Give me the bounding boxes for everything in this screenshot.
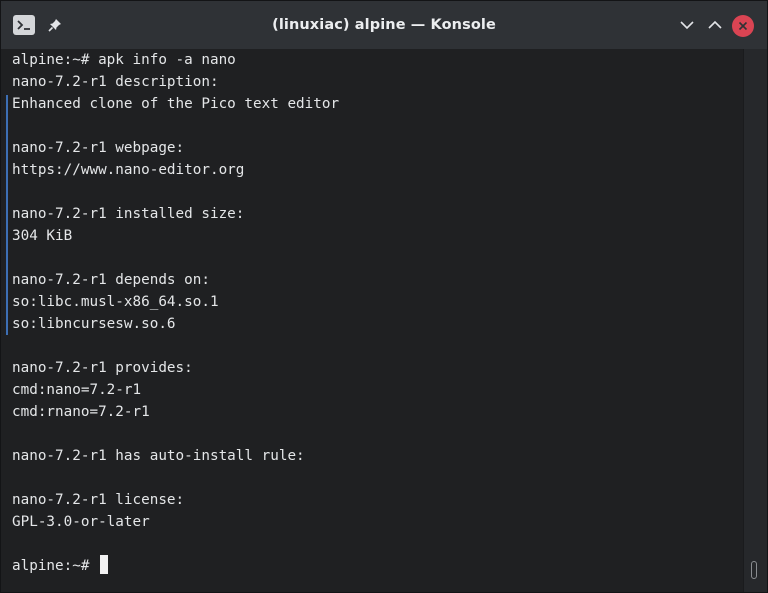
terminal-line-text: GPL-3.0-or-later <box>12 514 150 530</box>
terminal-line-text: nano-7.2-r1 description: <box>12 74 219 90</box>
terminal-line: cmd:nano=7.2-r1 <box>12 379 339 401</box>
terminal-output[interactable]: alpine:~# apk info -a nano nano-7.2-r1 de… <box>1 49 743 592</box>
terminal-line-text: Enhanced clone of the Pico text editor <box>12 96 340 112</box>
terminal-line: alpine:~# apk info -a nano <box>12 49 339 71</box>
close-icon[interactable] <box>732 15 754 37</box>
chevron-down-icon[interactable] <box>675 13 699 37</box>
chevron-up-icon[interactable] <box>703 13 727 37</box>
terminal-line: nano-7.2-r1 provides: <box>12 357 339 379</box>
terminal-line-text: so:libc.musl-x86_64.so.1 <box>12 294 219 310</box>
scrollback-marker <box>6 95 8 335</box>
terminal-line-text: 304 KiB <box>12 228 73 244</box>
terminal-line: https://www.nano-editor.org <box>12 159 339 181</box>
pin-icon[interactable] <box>43 13 67 37</box>
terminal-line: nano-7.2-r1 has auto-install rule: <box>12 445 339 467</box>
title-bar[interactable]: (linuxiac) alpine — Konsole <box>1 1 767 49</box>
terminal-line: nano-7.2-r1 license: <box>12 489 339 511</box>
terminal-line-text: alpine:~# <box>12 558 99 574</box>
terminal-line-text: alpine:~# apk info -a nano <box>12 52 236 68</box>
terminal-line-text: nano-7.2-r1 depends on: <box>12 272 210 288</box>
terminal-line: alpine:~# <box>12 555 339 577</box>
terminal-line: nano-7.2-r1 depends on: <box>12 269 339 291</box>
terminal-line-text: nano-7.2-r1 installed size: <box>12 206 245 222</box>
terminal-line-text: cmd:rnano=7.2-r1 <box>12 404 150 420</box>
terminal-line-text: nano-7.2-r1 has auto-install rule: <box>12 448 305 464</box>
terminal-line: GPL-3.0-or-later <box>12 511 339 533</box>
scrollbar[interactable] <box>743 49 767 592</box>
terminal-line: so:libc.musl-x86_64.so.1 <box>12 291 339 313</box>
terminal-line-text: so:libncursesw.so.6 <box>12 316 176 332</box>
text-cursor <box>100 555 109 574</box>
konsole-window: (linuxiac) alpine — Konsole alpine:~# ap… <box>0 0 768 593</box>
terminal-line-text: nano-7.2-r1 provides: <box>12 360 193 376</box>
terminal-line: cmd:rnano=7.2-r1 <box>12 401 339 423</box>
terminal-line-text: nano-7.2-r1 webpage: <box>12 140 185 156</box>
terminal-lines: alpine:~# apk info -a nano nano-7.2-r1 de… <box>12 49 339 577</box>
terminal-line: nano-7.2-r1 installed size: <box>12 203 339 225</box>
terminal-line-text: nano-7.2-r1 license: <box>12 492 185 508</box>
window-title: (linuxiac) alpine — Konsole <box>272 17 496 33</box>
terminal-line: Enhanced clone of the Pico text editor <box>12 93 339 115</box>
terminal-line-text: cmd:nano=7.2-r1 <box>12 382 142 398</box>
terminal-icon[interactable] <box>13 15 35 35</box>
terminal-line-text: https://www.nano-editor.org <box>12 162 245 178</box>
terminal-line: nano-7.2-r1 description: <box>12 71 339 93</box>
terminal-line: nano-7.2-r1 webpage: <box>12 137 339 159</box>
terminal-line: 304 KiB <box>12 225 339 247</box>
scrollbar-handle[interactable] <box>751 561 757 579</box>
terminal-line: so:libncursesw.so.6 <box>12 313 339 335</box>
